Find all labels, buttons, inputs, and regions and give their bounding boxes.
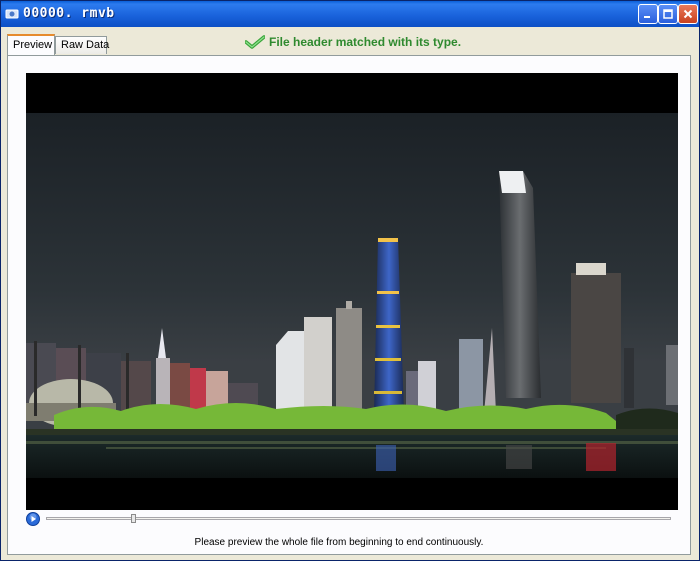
status-message: File header matched with its type. bbox=[245, 34, 461, 50]
maximize-icon bbox=[663, 9, 673, 19]
play-icon[interactable] bbox=[26, 512, 40, 526]
close-button[interactable] bbox=[678, 4, 698, 24]
close-icon bbox=[683, 9, 693, 19]
title-bar[interactable]: 00000. rmvb bbox=[1, 1, 699, 27]
app-icon bbox=[5, 9, 19, 19]
minimize-icon bbox=[644, 16, 650, 18]
status-text: File header matched with its type. bbox=[269, 35, 462, 49]
seek-thumb[interactable] bbox=[131, 514, 136, 523]
video-preview bbox=[26, 73, 678, 510]
maximize-button[interactable] bbox=[658, 4, 678, 24]
window-title: 00000. rmvb bbox=[23, 6, 115, 21]
preview-hint: Please preview the whole file from begin… bbox=[194, 537, 484, 548]
seek-track[interactable] bbox=[46, 517, 671, 520]
green-checkmark-icon bbox=[245, 35, 265, 49]
window: 00000. rmvb Preview Raw Data File header… bbox=[0, 0, 700, 561]
video-frame-image bbox=[26, 113, 678, 478]
tab-preview[interactable]: Preview bbox=[7, 34, 55, 55]
seek-bar bbox=[26, 511, 678, 527]
minimize-button[interactable] bbox=[638, 4, 658, 24]
tab-raw-data[interactable]: Raw Data bbox=[55, 36, 109, 54]
